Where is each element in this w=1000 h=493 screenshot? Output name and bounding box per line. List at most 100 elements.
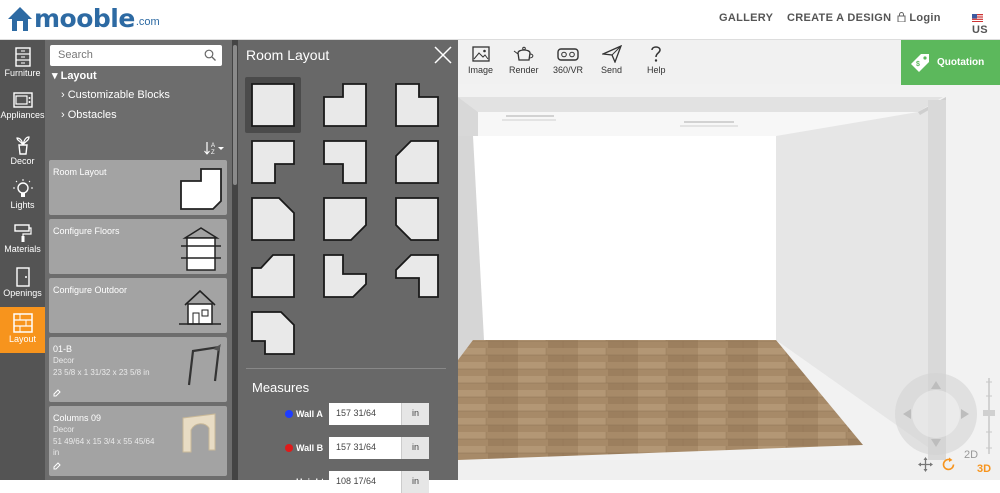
room-shape-notch-top-left[interactable] [317, 77, 373, 133]
room-shape-hexagon[interactable] [245, 305, 301, 361]
toolbar-send-button[interactable]: Send [601, 45, 622, 75]
category-icon-bar: Furniture Appliances Decor Lights Materi… [0, 40, 45, 480]
room-layout-thumbnail-icon [180, 168, 222, 210]
3d-viewport[interactable]: Image Render 360/VR Send Help $ Quotatio… [458, 40, 1000, 480]
pencil-icon[interactable] [53, 389, 61, 397]
columns-09-thumbnail-icon [182, 413, 216, 453]
price-tag-icon: $ [911, 54, 929, 72]
tree-item-label: Obstacles [67, 109, 117, 121]
category-lights[interactable]: Lights [0, 176, 45, 220]
category-layout-label: Layout [8, 334, 37, 344]
catalog-scrollbar-thumb[interactable] [233, 45, 237, 185]
nav-gallery[interactable]: GALLERY [719, 12, 773, 24]
l-shape-room-icon [251, 254, 295, 298]
red-dot-icon [285, 444, 293, 452]
wall-a-label: Wall A [285, 409, 323, 419]
room-shape-chamfer-bottom-right[interactable] [317, 191, 373, 247]
toolbar-image-button[interactable]: Image [468, 45, 493, 75]
nav-create-design[interactable]: CREATE A DESIGN [787, 12, 891, 24]
category-openings-label: Openings [3, 288, 42, 298]
room-shape-l-chamfer[interactable] [245, 248, 301, 304]
move-icon[interactable] [918, 457, 933, 472]
logo-text: mooble [34, 4, 135, 33]
toolbar-vr-button[interactable]: 360/VR [553, 45, 583, 75]
appliances-icon [12, 92, 33, 108]
tree-item-obstacles[interactable]: › Obstacles [61, 109, 117, 121]
zoom-slider[interactable] [982, 376, 996, 456]
svg-text:$: $ [916, 61, 920, 68]
height-input[interactable]: 108 17/64 [329, 471, 401, 493]
view-mode-2d[interactable]: 2D [964, 449, 978, 461]
room-shape-chamfer-top-right[interactable] [245, 191, 301, 247]
region-label: US [972, 24, 988, 36]
category-layout[interactable]: Layout [0, 307, 45, 353]
catalog-card-configure-outdoor[interactable]: Configure Outdoor [49, 278, 227, 333]
card-title: Configure Floors [53, 226, 120, 236]
toolbar-image-label: Image [468, 65, 494, 75]
chamfered-room-icon [251, 197, 295, 241]
product-01b-thumbnail-icon [187, 344, 221, 386]
category-openings[interactable]: Openings [0, 264, 45, 308]
card-title: Configure Outdoor [53, 285, 128, 295]
catalog-panel: Search ▾ Layout › Customizable Blocks › … [45, 40, 232, 480]
room-shape-double-chamfer[interactable] [389, 248, 445, 304]
toolbar-help-button[interactable]: Help [647, 45, 666, 75]
tree-root-layout[interactable]: ▾ Layout [52, 69, 97, 82]
search-icon[interactable] [204, 49, 216, 61]
view-mode-3d[interactable]: 3D [977, 463, 991, 475]
room-shape-chamfer-bottom-left[interactable] [389, 191, 445, 247]
card-title: 01-B [53, 344, 73, 354]
sort-icon[interactable]: AZ [204, 141, 224, 155]
toolbar-render-label: Render [509, 65, 539, 75]
chamfered-room-icon [323, 197, 367, 241]
vr-icon [557, 48, 579, 61]
category-decor[interactable]: Decor [0, 132, 45, 176]
wall-b-text: Wall B [296, 443, 324, 453]
chamfered-room-icon [395, 197, 439, 241]
room-shape-notch-chamfer[interactable] [317, 248, 373, 304]
outdoor-house-thumbnail-icon [179, 289, 221, 325]
us-flag-icon [972, 14, 983, 22]
room-shape-notch-bottom-right[interactable] [245, 134, 301, 190]
card-category: Decor [53, 356, 75, 365]
pencil-icon[interactable] [53, 462, 61, 470]
room-shape-chamfer-top-left[interactable] [389, 134, 445, 190]
square-room-icon [251, 83, 295, 127]
rotate-icon[interactable] [941, 457, 956, 472]
tree-root-label: Layout [60, 70, 97, 82]
camera-navigation-control[interactable] [895, 373, 977, 455]
room-shape-notch-top-right[interactable] [389, 77, 445, 133]
card-category: Decor [53, 425, 75, 434]
room-layout-panel: Room Layout Measures Wall A 157 31/64 in [238, 40, 458, 493]
floors-thumbnail-icon [181, 227, 221, 271]
login-link[interactable]: Login [897, 12, 941, 24]
catalog-card-room-layout[interactable]: Room Layout [49, 160, 227, 215]
house-logo-icon [8, 7, 32, 31]
wall-b-unit: in [401, 437, 429, 459]
tree-item-customizable-blocks[interactable]: › Customizable Blocks [61, 89, 170, 101]
category-materials[interactable]: Materials [0, 220, 45, 264]
search-input[interactable]: Search [50, 45, 222, 66]
wall-b-input[interactable]: 157 31/64 [329, 437, 401, 459]
toolbar-render-button[interactable]: Render [509, 45, 539, 75]
category-furniture[interactable]: Furniture [0, 44, 45, 88]
wall-a-input[interactable]: 157 31/64 [329, 403, 401, 425]
notched-room-icon [395, 83, 439, 127]
mooble-logo[interactable]: mooble .com [6, 4, 160, 33]
card-dimensions: 23 5/8 x 1 31/32 x 23 5/8 in [53, 368, 150, 377]
hexagon-room-icon [251, 311, 295, 355]
catalog-card-columns-09[interactable]: Columns 09 Decor 51 49/64 x 15 3/4 x 55 … [49, 406, 227, 476]
svg-text:A: A [211, 143, 215, 149]
catalog-card-configure-floors[interactable]: Configure Floors [49, 219, 227, 274]
catalog-card-01b[interactable]: 01-B Decor 23 5/8 x 1 31/32 x 23 5/8 in [49, 337, 227, 402]
notch-chamfer-room-icon [323, 254, 367, 298]
category-appliances[interactable]: Appliances [0, 88, 45, 132]
lock-icon [897, 12, 906, 23]
tree-item-label: Customizable Blocks [67, 89, 170, 101]
close-icon[interactable] [434, 46, 452, 64]
wall-a-unit: in [401, 403, 429, 425]
room-shape-square[interactable] [245, 77, 301, 133]
region-selector[interactable]: US [972, 12, 1000, 36]
room-shape-notch-bottom-left[interactable] [317, 134, 373, 190]
quotation-button[interactable]: $ Quotation [901, 40, 1000, 85]
